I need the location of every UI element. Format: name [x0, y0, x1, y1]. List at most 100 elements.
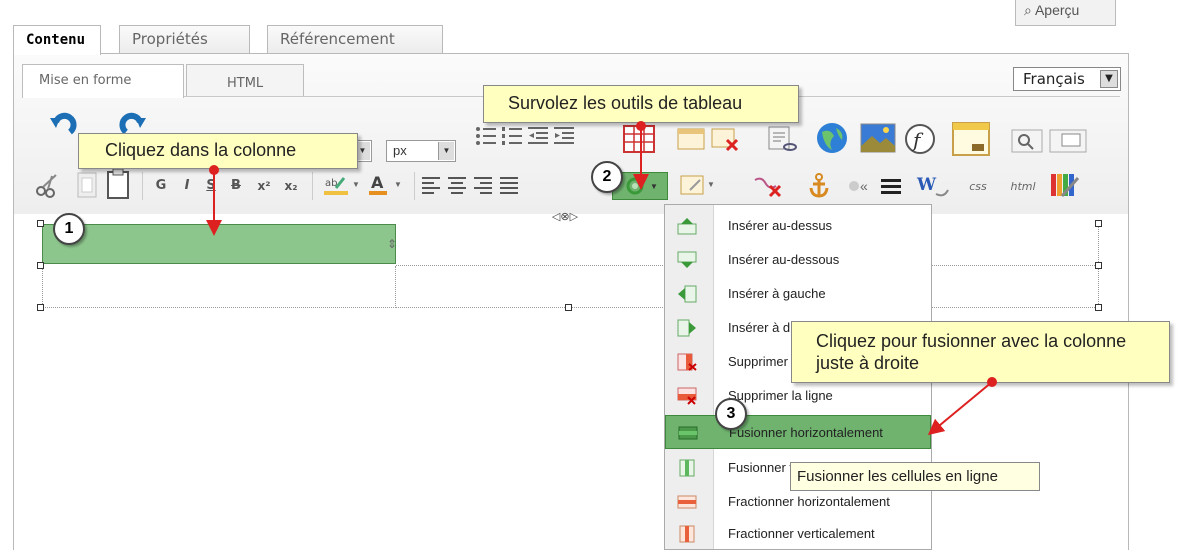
css-button[interactable]: css — [958, 172, 998, 200]
table-move-icon[interactable]: ◁⊗▷ — [550, 210, 580, 224]
tooltip-step3: Cliquez pour fusionner avec la colonne j… — [791, 321, 1170, 383]
highlight-color-button[interactable]: ab ▼ — [322, 172, 362, 198]
tab-contenu[interactable]: Contenu — [13, 25, 101, 55]
numbered-list-button[interactable] — [500, 124, 524, 148]
copy-button[interactable] — [74, 170, 100, 200]
resize-handle[interactable] — [37, 220, 44, 227]
table-column-resize-icon[interactable]: ⇕ — [386, 224, 398, 264]
language-select[interactable]: Français ▼ — [1013, 67, 1121, 91]
tab-referencement[interactable]: Référencement — [267, 25, 443, 53]
insert-image-button[interactable] — [858, 120, 898, 156]
preview-icon: ⌕ — [1024, 2, 1032, 18]
align-left-button[interactable] — [420, 174, 442, 196]
color-palette-button[interactable] — [1048, 170, 1082, 200]
subtab-html[interactable]: HTML — [186, 64, 304, 96]
undo-button[interactable] — [48, 108, 78, 138]
align-right-button[interactable] — [472, 174, 494, 196]
cut-button[interactable] — [34, 172, 64, 198]
horizontal-rule-button[interactable] — [878, 174, 904, 198]
insert-flash-button[interactable]: f — [902, 122, 938, 156]
menu-item-insert-left[interactable]: Insérer à gauche — [665, 277, 931, 311]
align-center-button[interactable] — [446, 174, 468, 196]
highlight-color-icon: ab ▼ — [324, 177, 360, 195]
resize-handle[interactable] — [37, 262, 44, 269]
delete-table-button[interactable] — [710, 126, 740, 152]
strikethrough-button[interactable]: B — [224, 174, 248, 198]
svg-text:▼: ▼ — [650, 182, 658, 191]
split-horizontal-icon — [677, 495, 697, 509]
menu-item-label: Fractionner horizontalement — [728, 494, 890, 509]
svg-text:▼: ▼ — [352, 180, 360, 189]
preview-button[interactable] — [1010, 128, 1044, 154]
svg-text:A: A — [371, 173, 384, 192]
table-properties-icon — [677, 128, 705, 150]
resize-handle[interactable] — [1095, 304, 1102, 311]
cell-properties-button[interactable]: ▼ — [678, 172, 718, 198]
bullet-list-icon — [476, 127, 496, 145]
step-number-2: 2 — [591, 161, 623, 193]
resize-handle[interactable] — [1095, 262, 1102, 269]
menu-item-merge-horizontal[interactable]: Fusionner horizontalement — [665, 415, 931, 449]
insert-row-below-icon — [677, 251, 697, 268]
bullet-list-button[interactable] — [474, 124, 498, 148]
fullscreen-icon — [1049, 129, 1087, 153]
justify-button[interactable] — [498, 174, 520, 196]
word-paste-button[interactable]: W — [914, 172, 952, 200]
fullscreen-button[interactable] — [1048, 128, 1088, 154]
menu-item-label: Supprimer la ligne — [728, 388, 833, 403]
special-char-icon: « — [849, 178, 868, 194]
resize-handle[interactable] — [37, 304, 44, 311]
anchor-button[interactable] — [806, 172, 832, 200]
language-value: Français — [1023, 70, 1085, 88]
delete-col-icon — [677, 353, 697, 371]
special-char-button[interactable]: « — [846, 174, 872, 198]
underline-button[interactable]: S — [200, 174, 222, 198]
justify-icon — [500, 177, 518, 194]
remove-format-button[interactable] — [752, 174, 786, 198]
html-label: html — [1010, 179, 1036, 193]
italic-button[interactable]: I — [176, 174, 198, 198]
menu-item-insert-above[interactable]: Insérer au-dessus — [665, 209, 931, 243]
horizontal-rule-icon — [881, 179, 901, 194]
scissors-icon — [36, 174, 57, 198]
apercu-button[interactable]: ⌕ Aperçu — [1015, 0, 1116, 26]
globe-icon — [817, 123, 847, 153]
unit-select[interactable]: px ▼ — [386, 140, 456, 162]
menu-item-label: Fusionner horizontalement — [729, 425, 883, 440]
table-properties-button[interactable] — [676, 126, 706, 152]
menu-item-insert-below[interactable]: Insérer au-dessous — [665, 243, 931, 277]
font-color-button[interactable]: A ▼ — [366, 172, 406, 198]
outdent-icon — [528, 127, 548, 144]
svg-text:▼: ▼ — [394, 180, 402, 189]
html-clean-button[interactable]: html — [1002, 172, 1044, 200]
indent-button[interactable] — [552, 124, 576, 148]
subscript-button[interactable]: x₂ — [280, 174, 302, 198]
menu-item-label: Insérer au-dessus — [728, 218, 833, 233]
align-center-icon — [448, 177, 466, 194]
resize-handle[interactable] — [565, 304, 572, 311]
outdent-button[interactable] — [526, 124, 550, 148]
bold-button[interactable]: G — [150, 174, 172, 198]
step-number-3: 3 — [715, 398, 747, 430]
tooltip-text: Cliquez pour fusionner avec la colonne — [816, 331, 1127, 351]
toolbar-separator — [312, 172, 313, 200]
paste-icon — [107, 168, 129, 199]
resize-handle[interactable] — [1095, 220, 1102, 227]
superscript-button[interactable]: x² — [252, 174, 276, 198]
insert-table-button[interactable] — [622, 124, 656, 154]
svg-text:«: « — [860, 178, 868, 194]
paste-button[interactable] — [104, 168, 132, 200]
insert-template-button[interactable] — [950, 120, 992, 158]
table-cell-selected[interactable] — [42, 224, 396, 264]
menu-item-delete-row[interactable]: Supprimer la ligne — [665, 379, 931, 413]
insert-web-button[interactable] — [812, 120, 852, 156]
subtab-label: Mise en forme — [39, 73, 132, 88]
menu-item-split-vertical[interactable]: Fractionner verticalement — [665, 517, 931, 550]
insert-link-button[interactable] — [765, 124, 799, 154]
table-cell[interactable] — [42, 266, 396, 308]
tooltip-text: juste à droite — [816, 353, 920, 373]
css-label: css — [969, 179, 987, 193]
subtab-mise-en-forme[interactable]: Mise en forme — [22, 64, 184, 98]
merge-vertical-icon — [679, 459, 695, 477]
tab-proprietes[interactable]: Propriétés — [119, 25, 250, 53]
